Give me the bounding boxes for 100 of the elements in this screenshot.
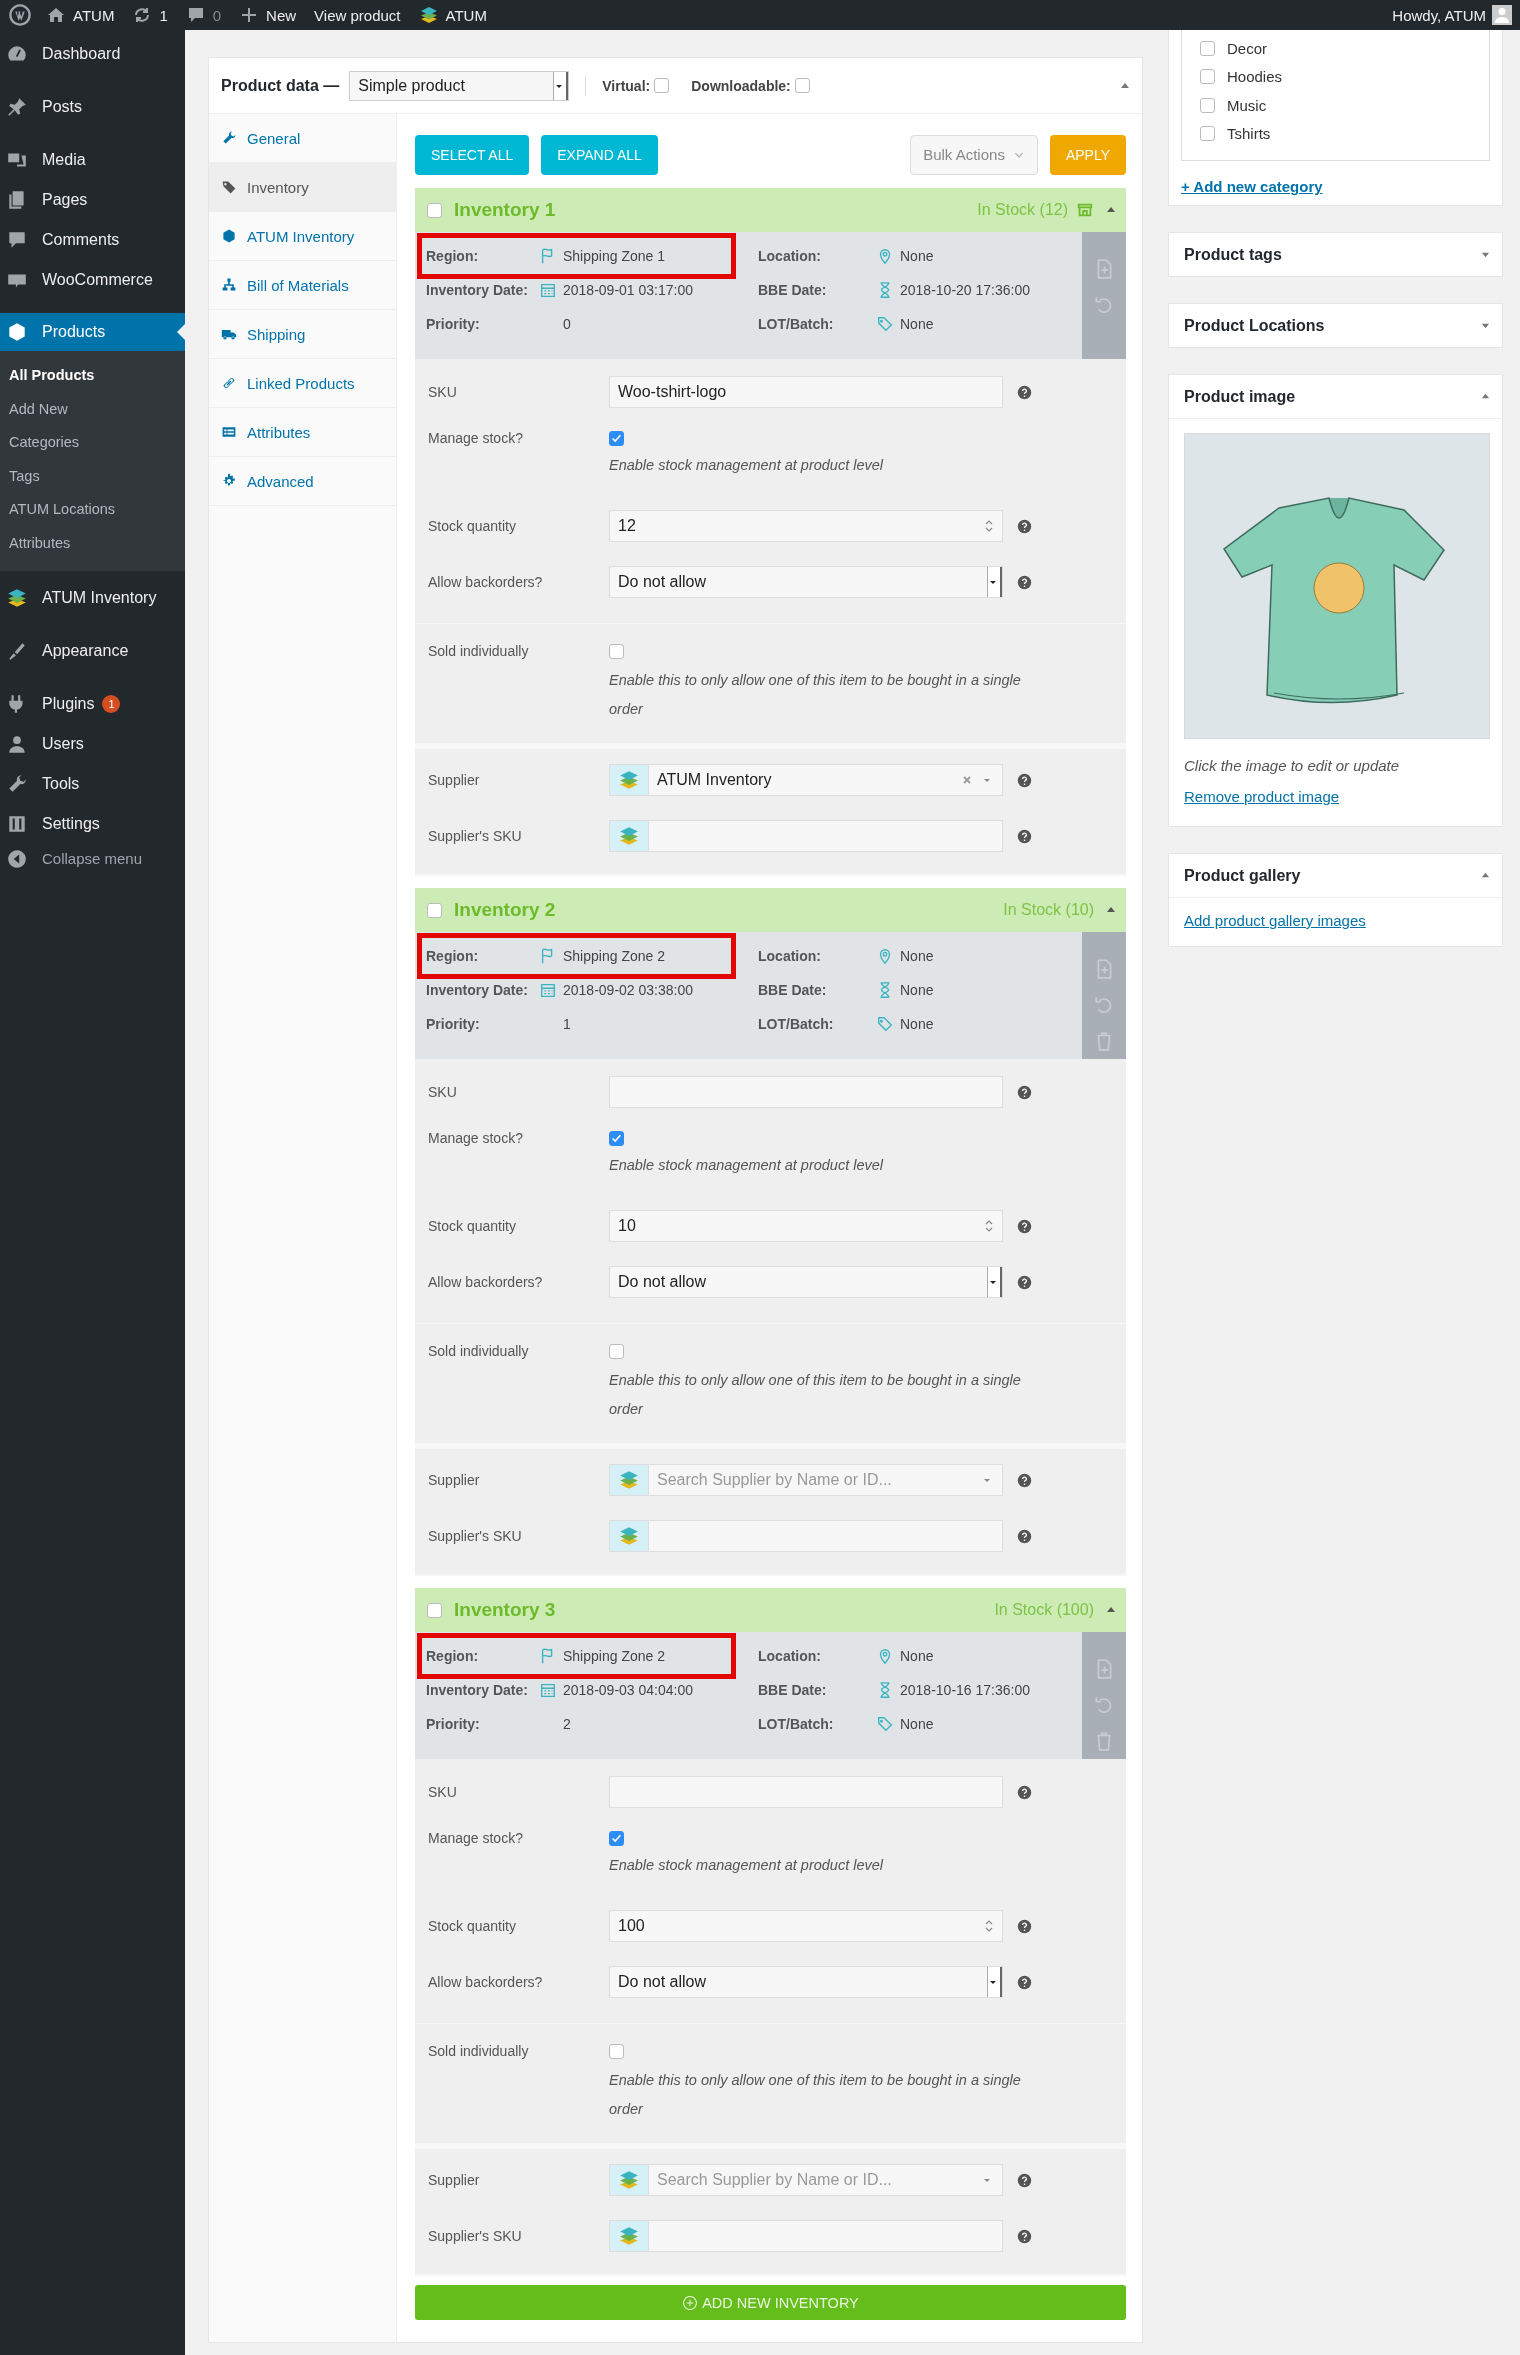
meta-value: None (900, 1016, 934, 1032)
meta-value: Shipping Zone 1 (563, 248, 665, 264)
add-gallery-link[interactable]: Add product gallery images (1184, 912, 1366, 929)
checkbox[interactable] (609, 430, 624, 446)
spinner-icon[interactable] (984, 1918, 994, 1934)
panel-tab[interactable]: Advanced (209, 457, 396, 506)
checkbox[interactable] (609, 1830, 624, 1846)
help-icon[interactable] (1017, 1274, 1032, 1290)
checkbox[interactable] (609, 1343, 624, 1359)
spinner-icon[interactable] (984, 518, 994, 534)
backorders-select[interactable]: Do not allow (609, 1266, 1003, 1298)
help-icon[interactable] (1017, 518, 1032, 534)
help-icon[interactable] (1017, 1472, 1032, 1488)
checkbox[interactable] (609, 2043, 624, 2059)
panel-tab[interactable]: Shipping (209, 310, 396, 359)
help-icon[interactable] (1017, 2172, 1032, 2188)
menu-item[interactable]: Users (0, 723, 185, 764)
checkbox[interactable] (654, 78, 670, 93)
help-icon[interactable] (1017, 1528, 1032, 1544)
collapse-icon[interactable] (1481, 871, 1490, 880)
supplier-sku-field[interactable] (609, 2220, 1003, 2252)
collapse-icon[interactable] (1106, 1605, 1116, 1615)
menu-item[interactable]: Appearance (0, 630, 185, 671)
panel-tab[interactable]: Inventory (209, 163, 396, 212)
box-header[interactable]: Product image (1169, 375, 1502, 419)
sku-field[interactable]: Woo-tshirt-logo (609, 376, 1003, 408)
checkbox[interactable] (427, 902, 442, 918)
checkbox[interactable] (427, 1602, 442, 1618)
panel-tab[interactable]: Bill of Materials (209, 261, 396, 310)
box-header[interactable]: Product Locations (1169, 304, 1502, 347)
atum-link[interactable]: ATUM (418, 5, 487, 25)
comments-link[interactable]: 0 (185, 5, 222, 25)
menu-item[interactable]: Comments (0, 220, 185, 260)
updates-link[interactable]: 1 (132, 5, 168, 25)
new-link[interactable]: New (239, 5, 297, 25)
product-type-select[interactable]: Simple product (349, 70, 570, 101)
wordpress-icon[interactable] (8, 3, 32, 27)
stock-quantity-field[interactable]: 12 (609, 510, 1003, 542)
menu-item[interactable]: WooCommerce (0, 260, 185, 300)
panel-tab[interactable]: Attributes (209, 408, 396, 457)
menu-item[interactable]: Media (0, 140, 185, 180)
submenu-item[interactable]: Tags (0, 459, 185, 494)
expand-icon[interactable] (1481, 321, 1490, 330)
collapse-icon[interactable] (1106, 905, 1116, 915)
help-icon[interactable] (1017, 828, 1032, 844)
submenu-item[interactable]: Attributes (0, 526, 185, 561)
box-header[interactable]: Product gallery (1169, 854, 1502, 898)
backorders-select[interactable]: Do not allow (609, 1966, 1003, 1998)
supplier-sku-field[interactable] (609, 1520, 1003, 1552)
view-product-link[interactable]: View product (314, 6, 401, 24)
help-icon[interactable] (1017, 1918, 1032, 1934)
panel-tab[interactable]: Linked Products (209, 359, 396, 408)
sku-field[interactable] (609, 1076, 1003, 1108)
stock-quantity-field[interactable]: 100 (609, 1910, 1003, 1942)
stock-quantity-field[interactable]: 10 (609, 1210, 1003, 1242)
checkbox[interactable] (609, 1130, 624, 1146)
box-header[interactable]: Product tags (1169, 233, 1502, 276)
expand-icon[interactable] (1481, 250, 1490, 259)
panel-tab[interactable]: ATUM Inventory (209, 212, 396, 261)
site-link[interactable]: ATUM (46, 5, 115, 25)
help-icon[interactable] (1017, 1084, 1032, 1100)
menu-item[interactable]: Pages (0, 180, 185, 220)
checkbox[interactable] (1200, 69, 1215, 85)
checkbox[interactable] (1200, 97, 1215, 113)
menu-item[interactable]: Settings (0, 803, 185, 844)
checkbox[interactable] (609, 643, 624, 659)
checkbox[interactable] (1200, 126, 1215, 142)
menu-item[interactable]: Posts (0, 87, 185, 127)
collapse-icon[interactable] (1106, 205, 1116, 215)
collapse-icon[interactable] (1481, 392, 1490, 401)
help-icon[interactable] (1017, 772, 1032, 788)
add-category-link[interactable]: + Add new category (1181, 178, 1323, 195)
help-icon[interactable] (1017, 1784, 1032, 1800)
menu-item[interactable]: Tools (0, 763, 185, 804)
sku-field[interactable] (609, 1776, 1003, 1808)
checkbox[interactable] (427, 202, 442, 218)
checkbox[interactable] (794, 78, 810, 93)
checkbox[interactable] (1200, 40, 1215, 56)
spinner-icon[interactable] (984, 1218, 994, 1234)
collapse-menu[interactable]: Collapse menu (0, 843, 185, 874)
backorders-select[interactable]: Do not allow (609, 566, 1003, 598)
clear-icon[interactable] (962, 775, 972, 785)
supplier-sku-field[interactable] (609, 820, 1003, 852)
submenu-item[interactable]: Categories (0, 426, 185, 460)
supplier-select[interactable]: ATUM Inventory (609, 764, 1003, 796)
submenu-item[interactable]: All Products (0, 359, 185, 393)
remove-image-link[interactable]: Remove product image (1184, 788, 1340, 805)
layers-icon (418, 5, 439, 25)
greeting-link[interactable]: Howdy, ATUM (1392, 6, 1486, 24)
menu-item[interactable]: Dashboard (0, 34, 185, 74)
menu-item[interactable]: Products (0, 313, 185, 351)
help-icon[interactable] (1017, 1974, 1032, 1990)
help-icon[interactable] (1017, 574, 1032, 590)
help-icon[interactable] (1017, 1218, 1032, 1234)
submenu-item[interactable]: Add New (0, 392, 185, 427)
submenu-item[interactable]: ATUM Locations (0, 493, 185, 527)
menu-item[interactable]: ATUM Inventory (0, 577, 185, 618)
menu-item[interactable]: Plugins 1 (0, 683, 185, 724)
help-icon[interactable] (1017, 2228, 1032, 2244)
help-icon[interactable] (1017, 384, 1032, 400)
